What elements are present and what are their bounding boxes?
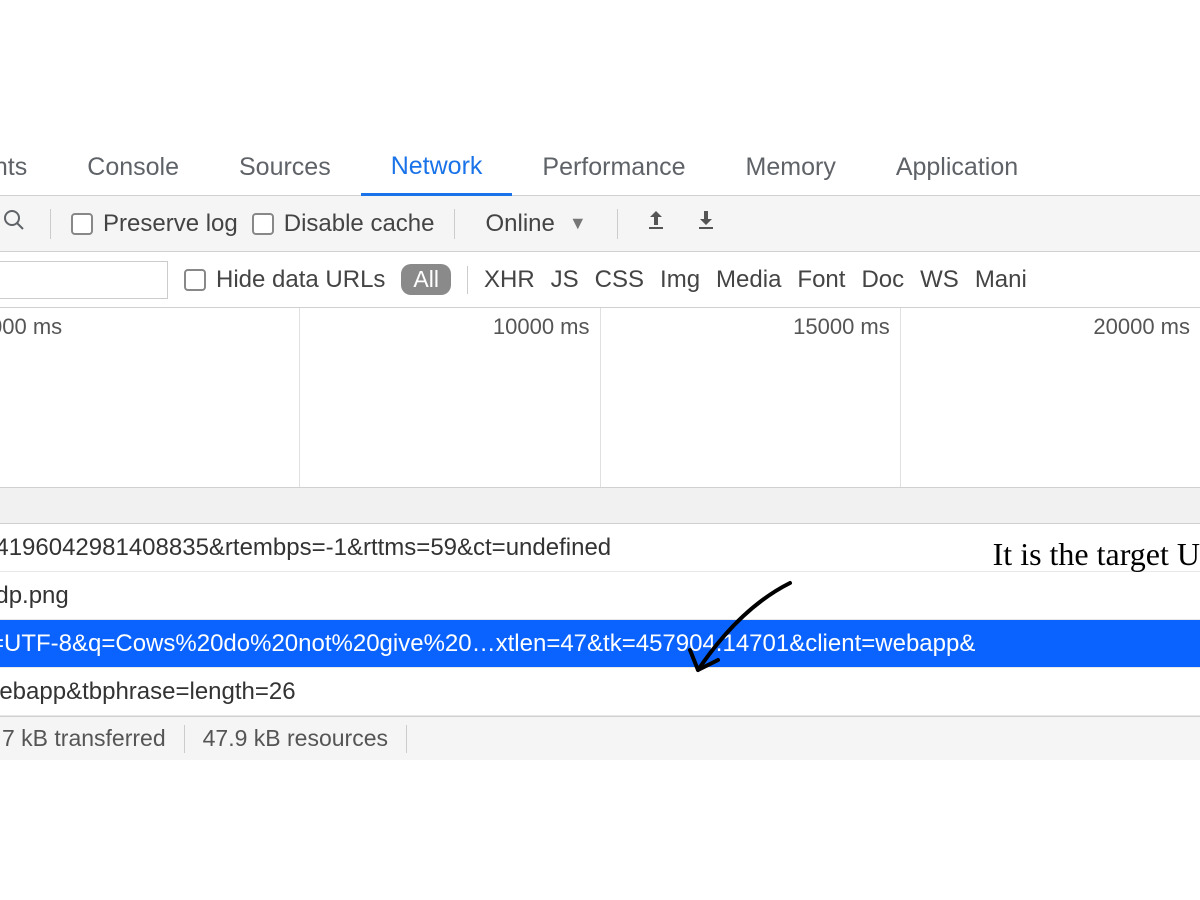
tab-memory[interactable]: Memory [716, 140, 866, 196]
status-bar: 7 kB transferred 47.9 kB resources [0, 716, 1200, 760]
filter-img[interactable]: Img [660, 266, 700, 294]
timeline-tick: 10000 ms [493, 314, 590, 340]
filter-ws[interactable]: WS [920, 266, 959, 294]
request-table-header [0, 488, 1200, 524]
filter-input[interactable] [0, 261, 168, 299]
hide-data-urls-checkbox[interactable]: Hide data URLs [184, 266, 385, 294]
timeline-overview[interactable]: 000 ms 10000 ms 15000 ms 20000 ms [0, 308, 1200, 488]
download-icon[interactable] [688, 208, 724, 239]
status-transferred: 7 kB transferred [0, 725, 185, 753]
filter-font[interactable]: Font [797, 266, 845, 294]
devtools-tabs: ents Console Sources Network Performance… [0, 140, 1200, 196]
throttling-value: Online [485, 210, 554, 238]
preserve-log-label: Preserve log [103, 210, 238, 238]
timeline-tick: 000 ms [0, 314, 62, 340]
request-row[interactable]: 4dp.png [0, 572, 1200, 620]
filter-bar: Hide data URLs All XHR JS CSS Img Media … [0, 252, 1200, 308]
filter-xhr[interactable]: XHR [484, 266, 535, 294]
filter-js[interactable]: JS [551, 266, 579, 294]
tab-console[interactable]: Console [57, 140, 209, 196]
timeline-tick: 15000 ms [793, 314, 890, 340]
filter-css[interactable]: CSS [595, 266, 644, 294]
throttling-select[interactable]: Online ▼ [475, 210, 596, 238]
filter-all-pill[interactable]: All [401, 264, 451, 295]
filter-media[interactable]: Media [716, 266, 781, 294]
disable-cache-label: Disable cache [284, 210, 435, 238]
request-row-selected[interactable]: =UTF-8&q=Cows%20do%20not%20give%20…xtlen… [0, 620, 1200, 668]
filter-doc[interactable]: Doc [861, 266, 904, 294]
upload-icon[interactable] [638, 208, 674, 239]
handwritten-annotation: It is the target U [993, 536, 1200, 573]
preserve-log-checkbox[interactable]: Preserve log [71, 210, 238, 238]
timeline-tick: 20000 ms [1093, 314, 1190, 340]
hide-data-urls-label: Hide data URLs [216, 266, 385, 294]
request-row[interactable]: webapp&tbphrase=length=26 [0, 668, 1200, 716]
chevron-down-icon: ▼ [569, 213, 587, 234]
tab-sources[interactable]: Sources [209, 140, 361, 196]
status-resources: 47.9 kB resources [185, 725, 407, 753]
disable-cache-checkbox[interactable]: Disable cache [252, 210, 435, 238]
tab-application[interactable]: Application [866, 140, 1048, 196]
network-toolbar: Preserve log Disable cache Online ▼ [0, 196, 1200, 252]
tab-performance[interactable]: Performance [512, 140, 715, 196]
filter-manifest[interactable]: Mani [975, 266, 1027, 294]
tab-elements[interactable]: ents [0, 140, 57, 196]
arrow-icon [680, 578, 800, 688]
search-icon[interactable] [2, 208, 26, 239]
tab-network[interactable]: Network [361, 140, 513, 196]
